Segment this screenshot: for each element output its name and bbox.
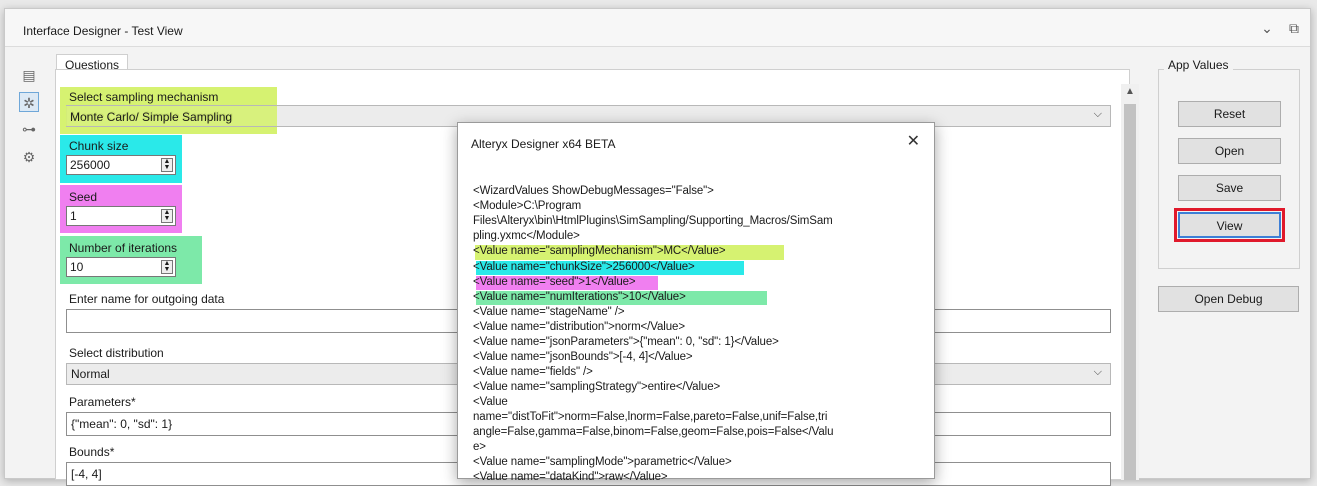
seed-input[interactable]: 1 ▲ ▼ [66,206,176,226]
xml-line: <Value name="samplingStrategy">entire</V… [473,381,721,393]
xml-line: <Value name="jsonParameters">{"mean": 0,… [473,336,779,348]
distribution-label: Select distribution [69,346,164,360]
chevron-down-icon[interactable]: ⌄ [1258,19,1276,37]
scroll-up-icon[interactable]: ▲ [1125,86,1135,97]
sampling-label: Select sampling mechanism [69,90,219,104]
name-label: Enter name for outgoing data [69,292,225,306]
seed-value: 1 [70,209,77,223]
seed-label: Seed [69,190,98,204]
wand-icon[interactable]: ✲ [19,92,39,112]
xml-line: <Value name="seed">1</Value> [473,276,636,288]
tree-icon[interactable]: ⊶ [19,119,39,139]
reset-button[interactable]: Reset [1178,101,1281,127]
xml-line: name="distToFit">norm=False,lnorm=False,… [473,411,828,423]
spinner-icon[interactable]: ▲ ▼ [161,209,173,223]
xml-line: pling.yxmc</Module> [473,230,580,242]
xml-line: <Value name="dataKind">raw</Value> [473,471,668,483]
gear-icon[interactable]: ⚙ [19,147,39,167]
popout-icon[interactable]: ⧉ [1285,19,1303,37]
values-dialog: Alteryx Designer x64 BETA ✕ <WizardValue… [457,122,935,483]
distribution-value: Normal [71,367,110,381]
xml-line: <Value name="numIterations">10</Value> [473,291,686,303]
close-icon[interactable]: ✕ [907,131,920,151]
tool-strip: ▤ ✲ ⊶ ⚙ [5,47,47,480]
app-values-title: App Values [1164,58,1233,72]
parameters-label: Parameters* [69,395,136,409]
bounds-label: Bounds* [69,445,115,459]
save-button[interactable]: Save [1178,175,1281,201]
xml-line: <Value name="distribution">norm</Value> [473,321,685,333]
chunk-label: Chunk size [69,139,129,153]
open-debug-button[interactable]: Open Debug [1158,286,1299,312]
spinner-icon[interactable]: ▲ ▼ [161,158,173,172]
xml-line: <Value name="chunkSize">256000</Value> [473,261,695,273]
chevron-down-icon: ⌵ [1093,108,1102,120]
xml-line: <Value name="jsonBounds">[-4, 4]</Value> [473,351,693,363]
xml-line: <Value name="fields" /> [473,366,593,378]
view-button[interactable]: View [1174,208,1285,242]
xml-line: <Value name="samplingMode">parametric</V… [473,456,732,468]
parameters-value: {"mean": 0, "sd": 1} [71,417,173,431]
xml-line: Files\Alteryx\bin\HtmlPlugins\SimSamplin… [473,215,833,227]
dialog-title: Alteryx Designer x64 BETA [471,137,616,151]
xml-line: <Value [473,396,508,408]
chunk-size-input[interactable]: 256000 ▲ ▼ [66,155,176,175]
iterations-label: Number of iterations [69,241,178,255]
layout-icon[interactable]: ▤ [19,65,39,85]
open-button[interactable]: Open [1178,138,1281,164]
chevron-down-icon: ⌵ [1093,366,1102,378]
xml-line: angle=False,gamma=False,binom=False,geom… [473,426,834,438]
sampling-value-overlay: Monte Carlo/ Simple Sampling [70,110,233,124]
iterations-value: 10 [70,260,84,274]
window-title: Interface Designer - Test View [23,24,183,38]
title-bar: Interface Designer - Test View ⌄ ⧉ [5,9,1310,47]
xml-line: <Value name="stageName" /> [473,306,625,318]
xml-line: <WizardValues ShowDebugMessages="False"> [473,185,714,197]
questions-scrollbar[interactable]: ▲ [1121,84,1139,480]
iterations-input[interactable]: 10 ▲ ▼ [66,257,176,277]
spinner-icon[interactable]: ▲ ▼ [161,260,173,274]
xml-line: e> [473,441,486,453]
xml-line: <Module>C:\Program [473,200,582,212]
scroll-thumb[interactable] [1124,104,1136,480]
xml-line: <Value name="samplingMechanism">MC</Valu… [473,245,726,257]
chunk-value: 256000 [70,158,111,172]
app-values-group [1158,69,1300,269]
